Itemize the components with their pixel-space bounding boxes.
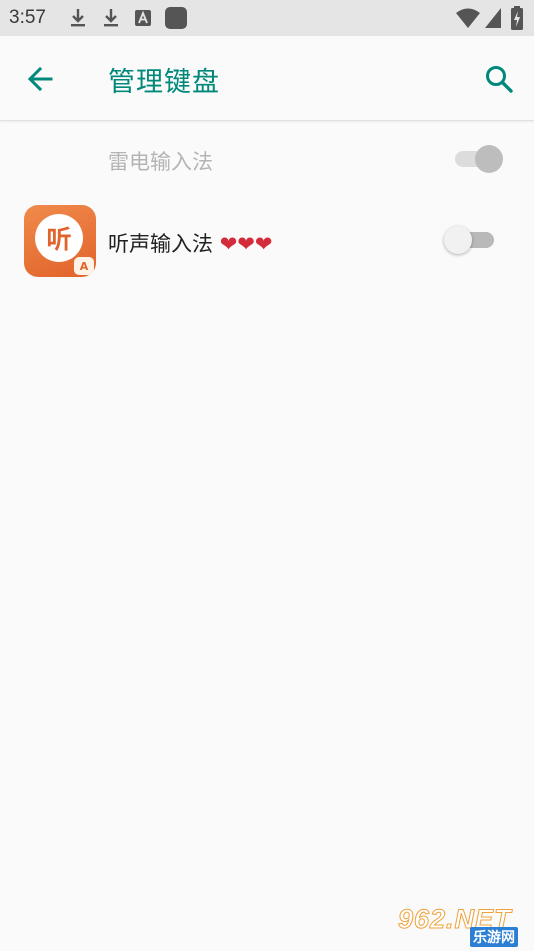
- hearts-emoji: ❤❤❤: [219, 232, 273, 256]
- signal-icon: [485, 8, 501, 28]
- battery-charging-icon: [511, 6, 523, 30]
- app-icon-badge: A: [74, 257, 94, 275]
- toggle-thumb: [475, 145, 503, 173]
- back-button[interactable]: [20, 58, 62, 100]
- search-icon: [486, 66, 513, 93]
- tingsheng-app-icon: 听 A: [24, 205, 96, 277]
- search-button[interactable]: [478, 58, 520, 100]
- page-title: 管理键盘: [108, 67, 220, 98]
- keyboard-label: 听声输入法 ❤❤❤: [108, 228, 272, 258]
- status-time: 3:57: [9, 7, 46, 28]
- site-watermark: 962.NET 乐游网: [398, 904, 528, 947]
- keyboard-a-icon: [135, 10, 151, 26]
- wifi-icon: [456, 8, 480, 28]
- status-bar: 3:57: [0, 0, 534, 36]
- download-icon: [104, 9, 118, 27]
- arrow-left-icon: [27, 66, 53, 92]
- watermark-sub: 乐游网: [470, 927, 518, 947]
- toggle-thumb: [444, 226, 472, 254]
- app-square-icon: [165, 7, 187, 29]
- download-icon: [71, 9, 85, 27]
- app-icon-bubble: 听: [35, 214, 83, 262]
- keyboard-row-leidian: 雷电输入法: [0, 121, 534, 197]
- app-bar: 管理键盘: [0, 36, 534, 121]
- keyboard-label: 雷电输入法: [108, 150, 213, 174]
- keyboard-label-text: 听声输入法: [108, 232, 220, 256]
